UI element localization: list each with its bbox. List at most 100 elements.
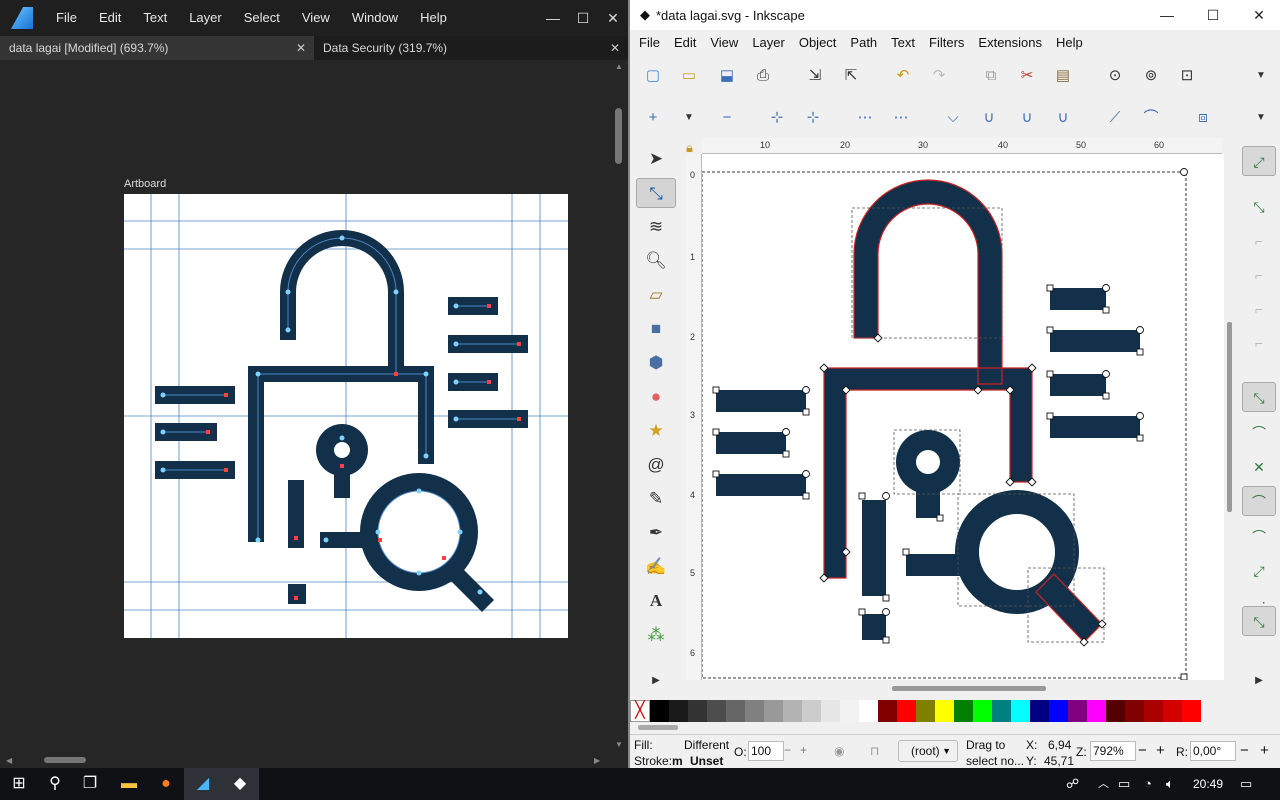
scroll-thumb[interactable] xyxy=(615,108,622,164)
file-explorer-icon[interactable]: ▬ xyxy=(110,768,148,800)
segment-curve-icon[interactable]: ⌒ xyxy=(1140,107,1162,129)
snap-bbox-midpoint-icon[interactable]: ⌐ xyxy=(1242,294,1276,324)
snap-bbox-icon[interactable]: ⤡ xyxy=(1242,192,1276,222)
pen-tool-icon[interactable]: ✒ xyxy=(636,518,676,548)
data-security-icon-artwork[interactable] xyxy=(124,194,568,638)
menu-edit[interactable]: Edit xyxy=(667,35,703,50)
wifi-icon[interactable]: ◔ xyxy=(1144,768,1152,800)
task-view-icon[interactable]: ❐ xyxy=(71,768,109,800)
scroll-thumb[interactable] xyxy=(1227,322,1232,512)
tweak-tool-icon[interactable]: ≋ xyxy=(636,212,676,242)
segment-line-icon[interactable]: ⟋ xyxy=(1104,107,1126,129)
chevron-down-icon[interactable]: ▼ xyxy=(1250,65,1272,87)
color-swatch[interactable] xyxy=(1049,700,1068,722)
snap-bbox-edge-icon[interactable]: ⌐ xyxy=(1242,226,1276,256)
close-button[interactable]: ✕ xyxy=(1236,0,1280,30)
snap-page-icon[interactable]: ⤡ xyxy=(1242,606,1276,636)
zoom-page-icon[interactable]: ⊡ xyxy=(1176,65,1198,87)
palette-scrollbar[interactable] xyxy=(638,724,1274,730)
snap-toggle-icon[interactable]: ⤢ xyxy=(1242,146,1276,176)
color-swatch[interactable] xyxy=(726,700,745,722)
minimize-button[interactable]: — xyxy=(1144,0,1190,30)
measure-tool-icon[interactable]: ▱ xyxy=(636,280,676,310)
text-tool-icon[interactable]: A xyxy=(636,586,676,616)
opacity-input[interactable]: 100 xyxy=(748,741,784,761)
import-icon[interactable]: ⇲ xyxy=(804,65,826,87)
save-icon[interactable]: ⬓ xyxy=(716,65,738,87)
color-swatch[interactable] xyxy=(1163,700,1182,722)
scroll-thumb[interactable] xyxy=(638,725,678,730)
node-tool-icon[interactable]: ⤡ xyxy=(636,178,676,208)
color-swatch[interactable] xyxy=(1068,700,1087,722)
ellipse-tool-icon[interactable]: ● xyxy=(636,382,676,412)
chevron-down-icon[interactable]: ▼ xyxy=(1250,107,1272,129)
calligraphy-tool-icon[interactable]: ✍ xyxy=(636,552,676,582)
layer-dropdown[interactable]: (root) ▼ xyxy=(898,740,958,762)
menu-view[interactable]: View xyxy=(291,0,341,36)
fill-value[interactable]: Different xyxy=(684,738,729,752)
color-swatch[interactable] xyxy=(707,700,726,722)
stroke-value[interactable]: Unset xyxy=(690,754,723,768)
scroll-left-icon[interactable]: ◀ xyxy=(6,756,12,765)
battery-icon[interactable]: ▭ xyxy=(1118,768,1130,800)
close-button[interactable]: ✕ xyxy=(598,0,628,36)
zoom-out-icon[interactable]: − xyxy=(1138,742,1147,759)
scroll-thumb[interactable] xyxy=(892,686,1046,691)
smooth-node-icon[interactable]: ∪ xyxy=(978,107,1000,129)
menu-text[interactable]: Text xyxy=(132,0,178,36)
join-segment-icon[interactable]: ⋯ xyxy=(854,107,876,129)
color-swatch[interactable] xyxy=(897,700,916,722)
menu-extensions[interactable]: Extensions xyxy=(971,35,1049,50)
decrease-icon[interactable]: − xyxy=(784,743,791,757)
firefox-icon[interactable]: ● xyxy=(147,768,185,800)
color-swatch[interactable] xyxy=(669,700,688,722)
snap-smooth-icon[interactable]: ⌒ xyxy=(1242,522,1276,552)
color-swatch[interactable] xyxy=(821,700,840,722)
color-swatch[interactable] xyxy=(745,700,764,722)
rotation-input[interactable]: 0,00° xyxy=(1190,741,1236,761)
insert-node-icon[interactable]: + xyxy=(642,107,664,129)
color-swatch[interactable] xyxy=(802,700,821,722)
new-document-icon[interactable]: ▢ xyxy=(642,65,664,87)
color-swatch[interactable] xyxy=(992,700,1011,722)
clock[interactable]: 20:49 xyxy=(1193,768,1223,800)
snap-bbox-center-icon[interactable]: ⌐ xyxy=(1242,328,1276,358)
volume-icon[interactable]: 🔈︎ xyxy=(1166,768,1174,800)
zoom-drawing-icon[interactable]: ⊚ xyxy=(1140,65,1162,87)
menu-select[interactable]: Select xyxy=(233,0,291,36)
color-swatch[interactable] xyxy=(1106,700,1125,722)
color-swatch[interactable] xyxy=(764,700,783,722)
no-paint-swatch[interactable]: ╳ xyxy=(630,700,650,722)
menu-file[interactable]: File xyxy=(632,35,667,50)
tab-data-security[interactable]: Data Security (319.7%) ✕ xyxy=(314,36,628,60)
menu-edit[interactable]: Edit xyxy=(88,0,132,36)
auto-smooth-node-icon[interactable]: ∪ xyxy=(1052,107,1074,129)
snap-paths-icon[interactable]: ⌒ xyxy=(1242,418,1276,448)
affinity-designer-taskbar-icon[interactable]: ◢ xyxy=(184,768,222,800)
color-swatch[interactable] xyxy=(859,700,878,722)
color-swatch[interactable] xyxy=(783,700,802,722)
zoom-input[interactable]: 792% xyxy=(1090,741,1136,761)
pencil-tool-icon[interactable]: ✎ xyxy=(636,484,676,514)
object-to-path-icon[interactable]: ⧈ xyxy=(1192,107,1214,129)
symmetric-node-icon[interactable]: ∪ xyxy=(1016,107,1038,129)
menu-window[interactable]: Window xyxy=(341,0,409,36)
eye-icon[interactable]: ◉ xyxy=(834,744,844,758)
zoom-in-icon[interactable]: + xyxy=(1156,742,1165,759)
people-icon[interactable]: ☍ xyxy=(1066,768,1079,800)
open-icon[interactable]: ▭ xyxy=(678,65,700,87)
snap-bbox-corner-icon[interactable]: ⌐ xyxy=(1242,260,1276,290)
lock-icon[interactable]: ⊓ xyxy=(870,744,879,758)
menu-help[interactable]: Help xyxy=(409,0,458,36)
color-swatch[interactable] xyxy=(1030,700,1049,722)
menu-help[interactable]: Help xyxy=(1049,35,1090,50)
artboard[interactable] xyxy=(124,194,568,638)
data-security-icon-editing[interactable] xyxy=(702,154,1224,680)
chevron-right-icon[interactable]: ▶ xyxy=(1242,666,1276,696)
menu-file[interactable]: File xyxy=(45,0,88,36)
scroll-thumb[interactable] xyxy=(44,757,86,763)
inkscape-canvas[interactable] xyxy=(702,154,1224,680)
cusp-node-icon[interactable]: ⌵ xyxy=(942,107,964,129)
spray-tool-icon[interactable]: ⁂ xyxy=(636,620,676,650)
redo-icon[interactable]: ↷ xyxy=(928,65,950,87)
